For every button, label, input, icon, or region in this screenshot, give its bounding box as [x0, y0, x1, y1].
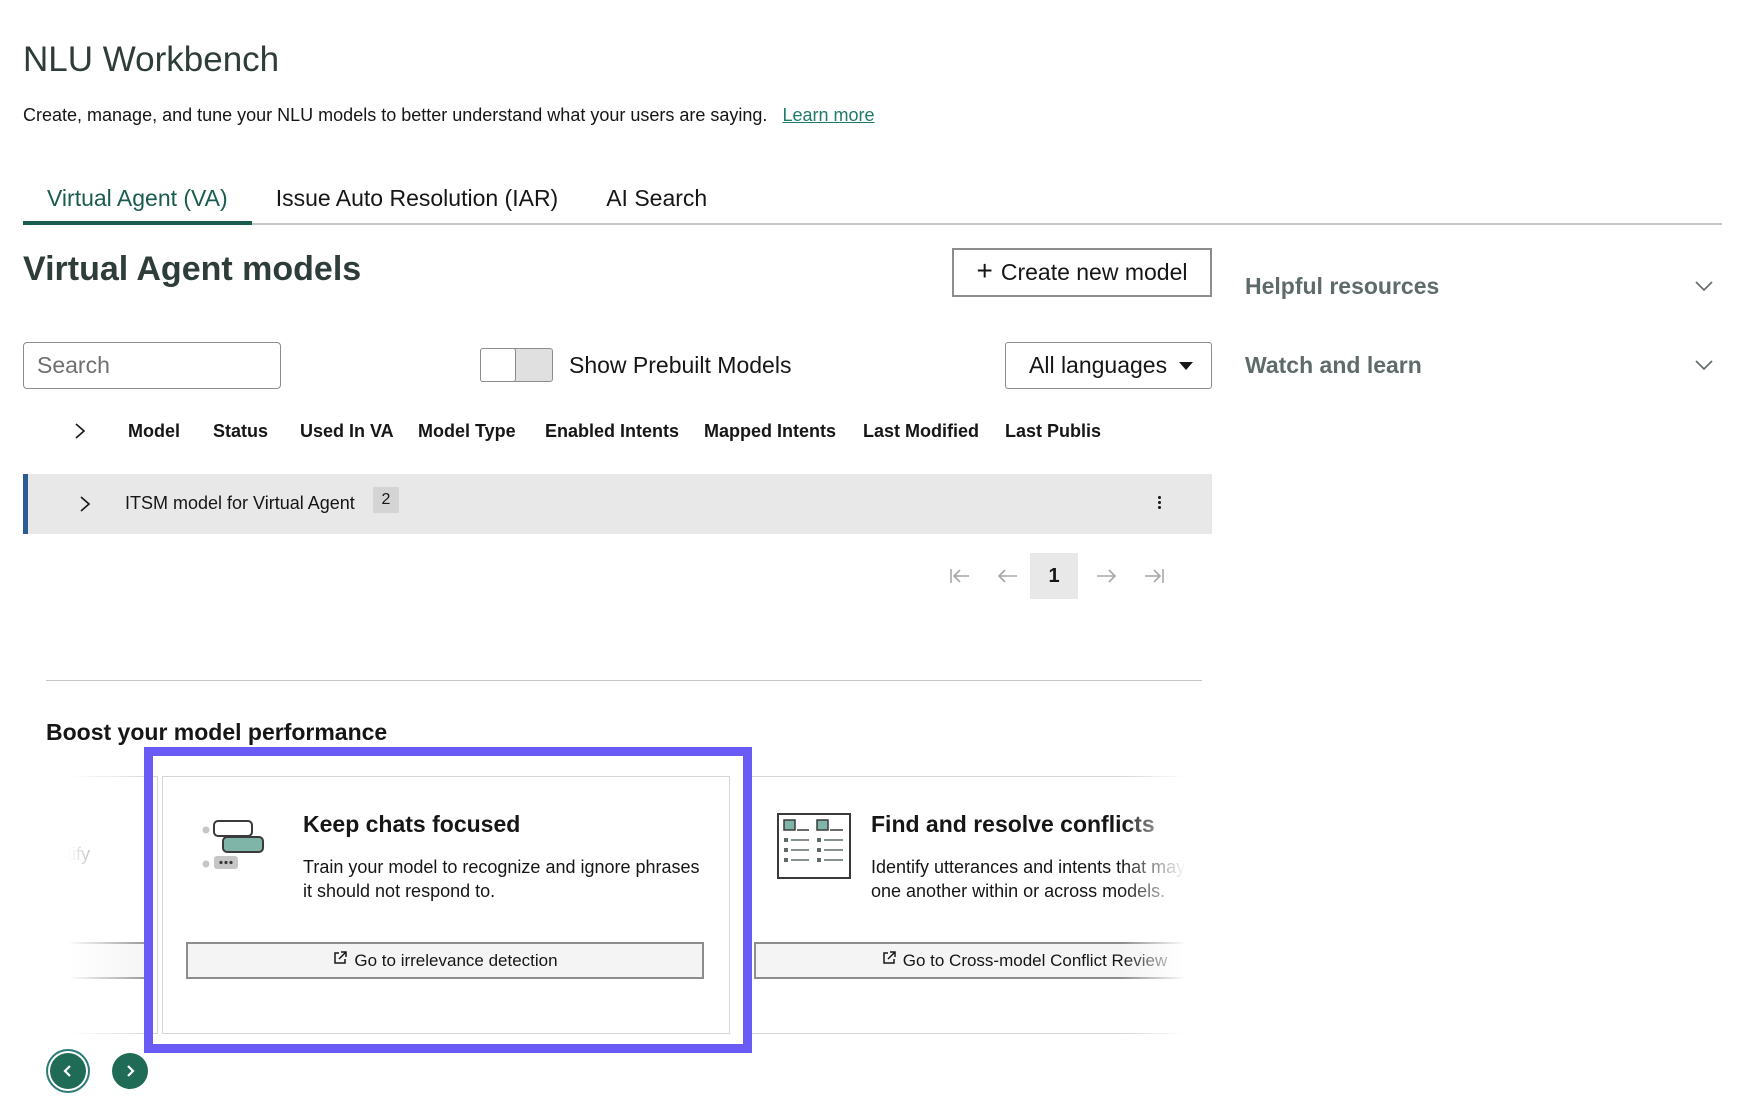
models-section-title: Virtual Agent models — [23, 250, 362, 288]
column-header-model[interactable]: Model — [128, 421, 180, 442]
subtitle-text: Create, manage, and tune your NLU models… — [23, 105, 768, 125]
create-new-model-label: Create new model — [1000, 259, 1188, 285]
go-to-irrelevance-detection-button[interactable]: Go to irrelevance detection — [186, 942, 704, 979]
button-label: Go to irrelevance detection — [354, 950, 558, 970]
overflow-menu-icon[interactable] — [1155, 494, 1163, 516]
column-header-enabled-intents[interactable]: Enabled Intents — [545, 421, 679, 442]
button-label: Go to Cross-model Conflict Review — [902, 950, 1168, 970]
tab-virtual-agent[interactable]: Virtual Agent (VA) — [23, 176, 252, 225]
model-name[interactable]: ITSM model for Virtual Agent — [125, 493, 355, 514]
carousel-card-partial: entify — [46, 776, 158, 1034]
tab-ai-search[interactable]: AI Search — [582, 176, 731, 225]
tab-bar: Virtual Agent (VA) Issue Auto Resolution… — [23, 176, 1722, 225]
page-subtitle: Create, manage, and tune your NLU models… — [23, 105, 875, 126]
boost-carousel: entify Keep chats focused Train your mod… — [46, 750, 1202, 1050]
last-page-icon[interactable] — [1134, 553, 1174, 599]
table-row[interactable]: ITSM model for Virtual Agent 2 — [23, 474, 1212, 534]
conflict-review-icon — [777, 813, 851, 884]
card-description: Train your model to recognize and ignore… — [303, 857, 700, 901]
external-link-icon — [881, 950, 897, 971]
boost-section-title: Boost your model performance — [46, 719, 388, 745]
page-title: NLU Workbench — [23, 40, 280, 79]
expand-all-chevron-icon[interactable] — [73, 421, 87, 446]
first-page-icon[interactable] — [940, 553, 980, 599]
accordion-label: Watch and learn — [1245, 352, 1422, 378]
learn-more-link[interactable]: Learn more — [782, 105, 874, 125]
column-header-mapped-intents[interactable]: Mapped Intents — [704, 421, 836, 442]
accordion-watch-and-learn[interactable]: Watch and learn — [1245, 344, 1722, 384]
carousel-next-button[interactable] — [112, 1053, 148, 1089]
carousel-previous-button[interactable] — [50, 1053, 86, 1089]
column-header-status[interactable]: Status — [213, 421, 268, 442]
column-header-used-in-va[interactable]: Used In VA — [300, 421, 394, 442]
caret-down-icon — [1179, 362, 1193, 370]
column-header-model-type[interactable]: Model Type — [418, 421, 516, 442]
card-description: Identify utterances and intents that may… — [871, 857, 1202, 901]
next-page-icon[interactable] — [1086, 553, 1126, 599]
search-input[interactable] — [23, 342, 281, 389]
chevron-right-icon — [127, 1065, 135, 1077]
toggle-knob — [480, 348, 516, 382]
model-count-badge: 2 — [373, 487, 399, 513]
accordion-helpful-resources[interactable]: Helpful resources — [1245, 265, 1722, 305]
chevron-left-icon — [63, 1065, 71, 1077]
column-header-last-modified[interactable]: Last Modified — [863, 421, 979, 442]
card-find-resolve-conflicts: Find and resolve conflicts Identify utte… — [746, 776, 1202, 1034]
accordion-label: Helpful resources — [1245, 273, 1440, 299]
current-page-number[interactable]: 1 — [1030, 553, 1078, 599]
card-title: Keep chats focused — [303, 811, 521, 837]
plus-icon: + — [976, 255, 993, 286]
section-divider — [46, 680, 1202, 681]
chat-focus-icon — [201, 817, 265, 878]
create-new-model-button[interactable]: + Create new model — [952, 248, 1212, 297]
tab-issue-auto-resolution[interactable]: Issue Auto Resolution (IAR) — [252, 176, 583, 225]
language-select[interactable]: All languages — [1005, 342, 1212, 389]
partial-card-button[interactable] — [46, 942, 147, 979]
card-title: Find and resolve conflicts — [871, 811, 1155, 837]
external-link-icon — [332, 950, 348, 971]
show-prebuilt-label: Show Prebuilt Models — [569, 352, 792, 378]
partial-card-text: entify — [47, 844, 91, 864]
language-select-value: All languages — [1029, 352, 1168, 378]
column-header-last-published[interactable]: Last Publis — [1005, 421, 1101, 442]
previous-page-icon[interactable] — [988, 553, 1028, 599]
row-expand-chevron-icon[interactable] — [78, 494, 92, 519]
card-keep-chats-focused: Keep chats focused Train your model to r… — [162, 776, 730, 1034]
chevron-down-icon — [1694, 279, 1714, 297]
chevron-down-icon — [1694, 358, 1714, 376]
go-to-cross-model-conflict-review-button[interactable]: Go to Cross-model Conflict Review — [754, 942, 1202, 979]
show-prebuilt-toggle[interactable] — [480, 348, 553, 382]
table-header: Model Status Used In VA Model Type Enabl… — [23, 413, 1212, 453]
